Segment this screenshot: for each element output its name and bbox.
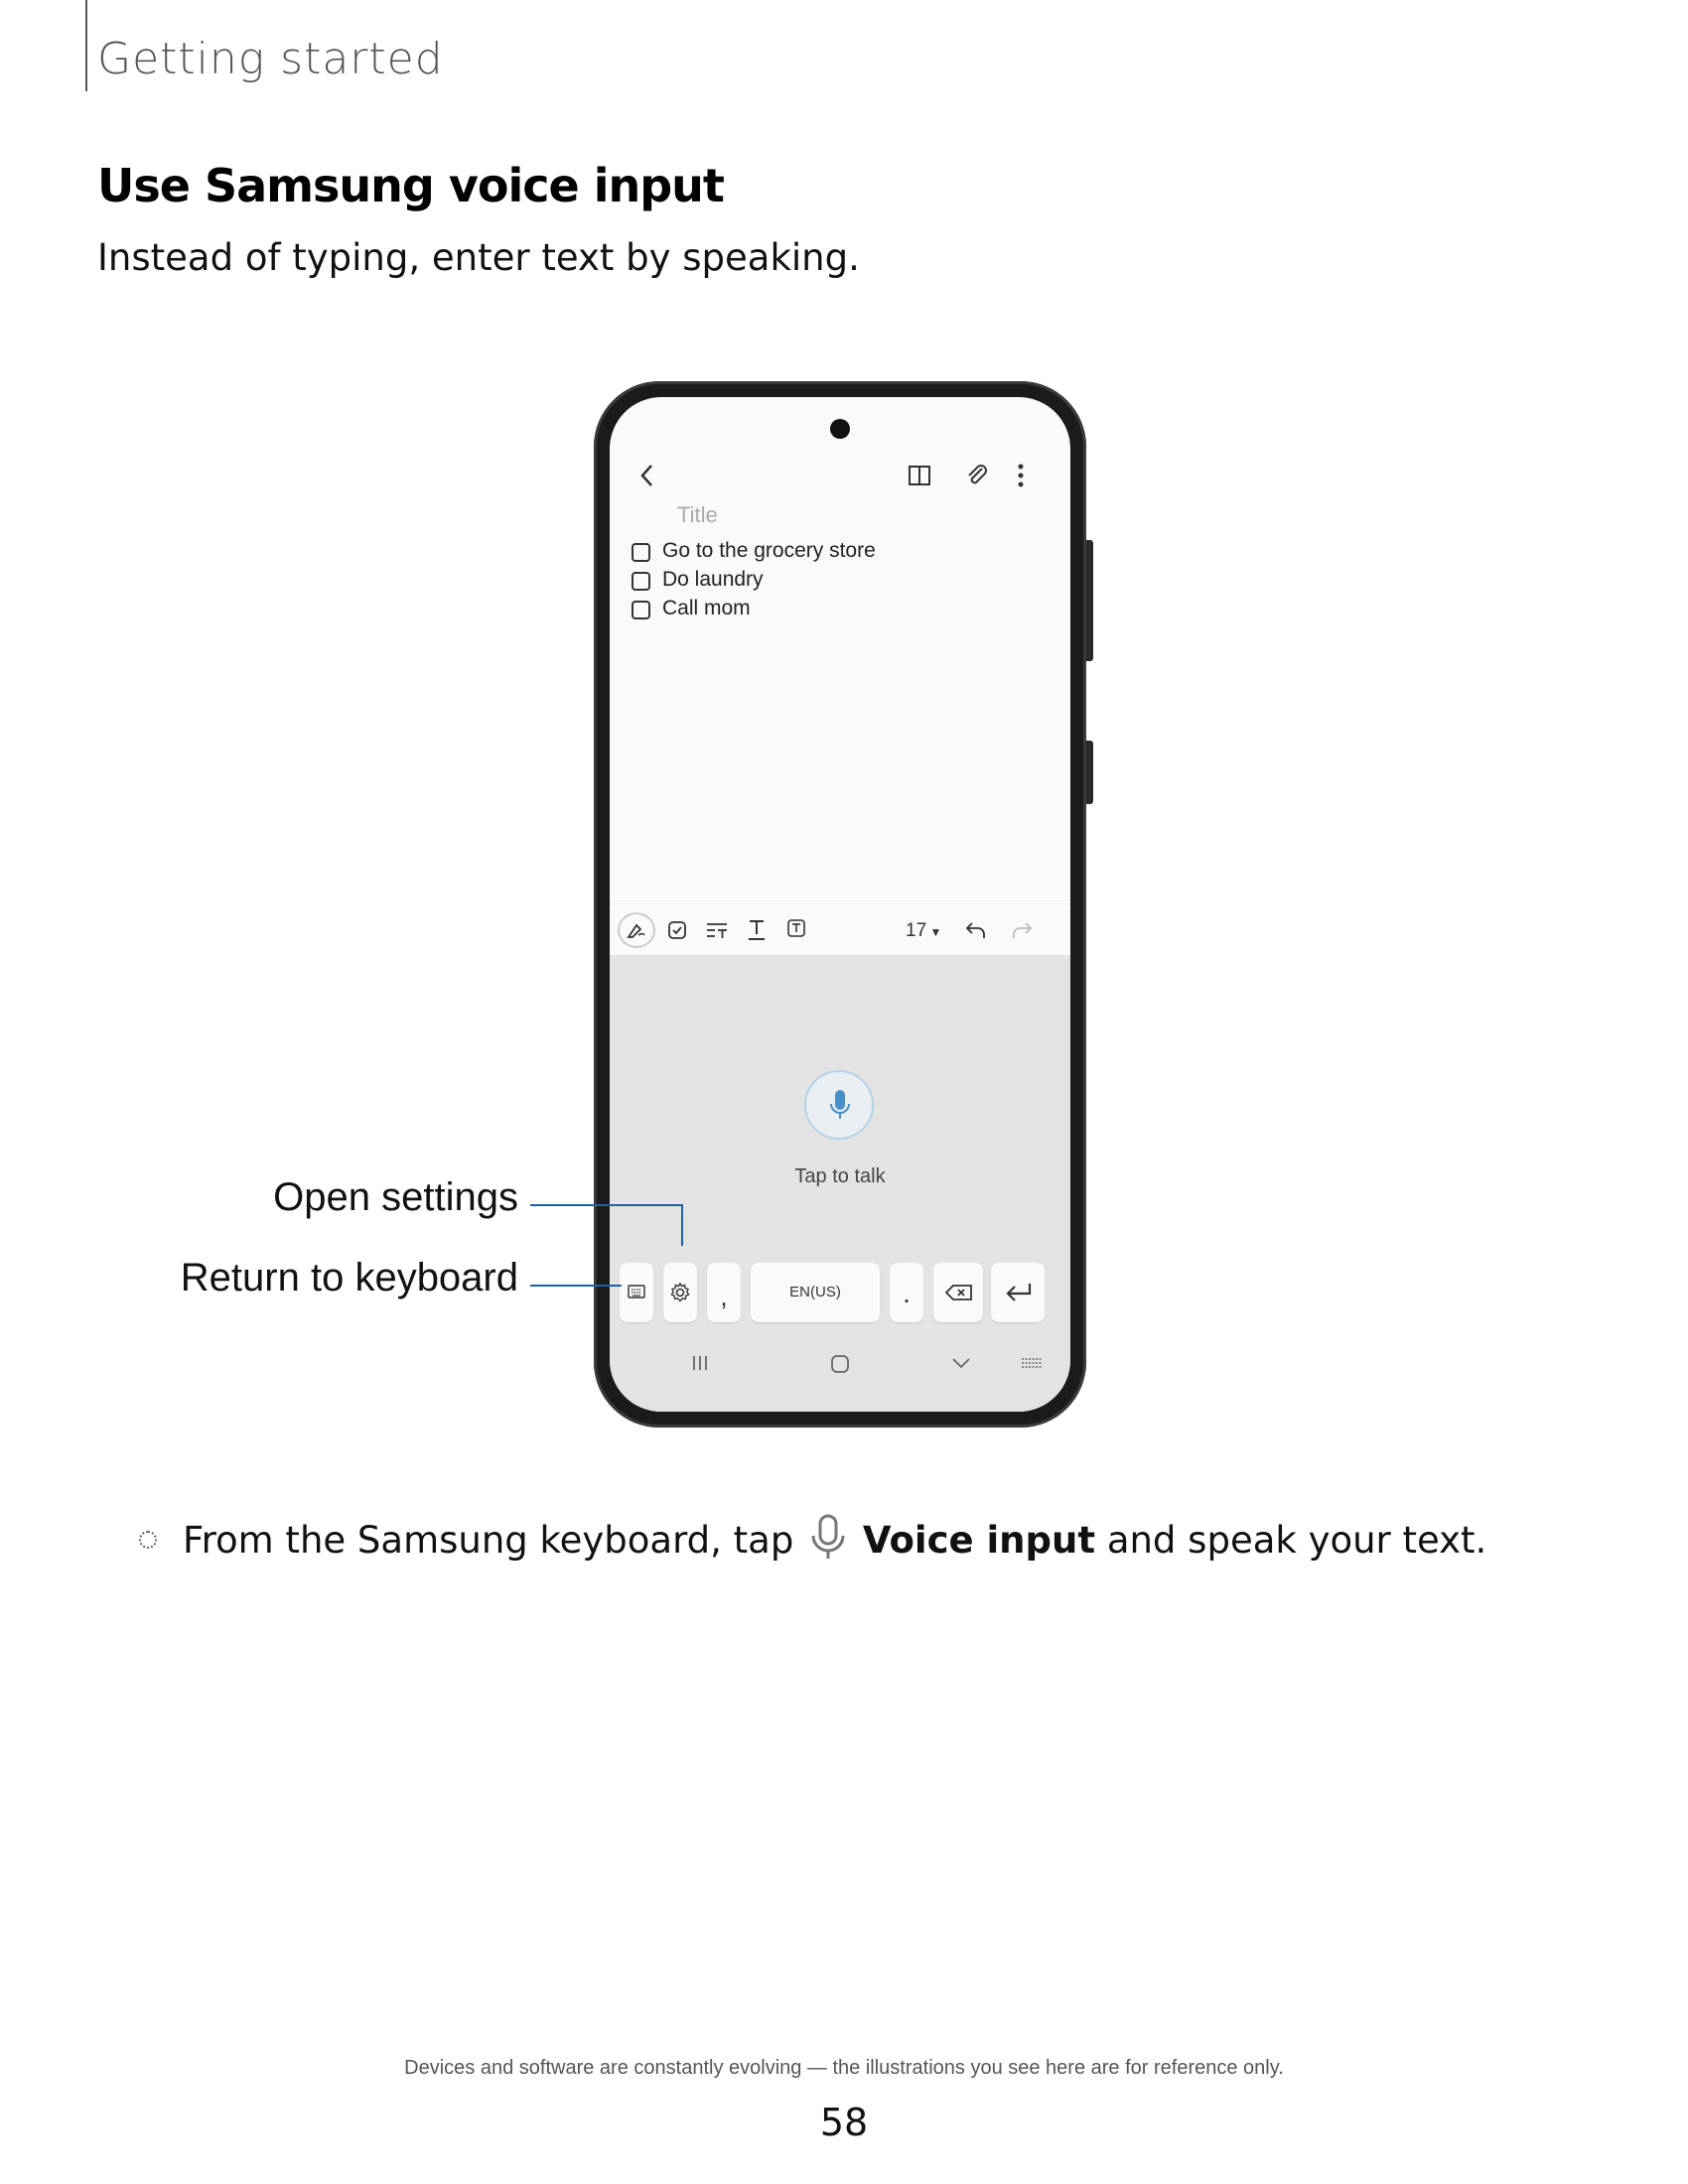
- book-icon[interactable]: [908, 465, 931, 486]
- open-settings-callout: Open settings: [273, 1175, 518, 1219]
- period-key[interactable]: .: [890, 1263, 923, 1322]
- return-to-keyboard-leader: [530, 1285, 622, 1287]
- checkbox[interactable]: [632, 601, 650, 619]
- recent-apps-icon[interactable]: [691, 1354, 709, 1372]
- checkbox[interactable]: [632, 572, 650, 591]
- keyboard-grid-icon[interactable]: [1021, 1356, 1043, 1370]
- open-settings-leader: [530, 1204, 683, 1206]
- text-format-icon[interactable]: [705, 920, 729, 940]
- volume-button: [1086, 540, 1093, 661]
- voice-input-label: Voice input: [862, 1519, 1096, 1562]
- underline-icon[interactable]: [747, 918, 767, 942]
- list-item[interactable]: Do laundry: [632, 565, 876, 594]
- more-icon[interactable]: [1017, 463, 1025, 488]
- back-icon[interactable]: [637, 463, 657, 488]
- list-item-label: Go to the grocery store: [662, 539, 876, 562]
- footer-disclaimer: Devices and software are constantly evol…: [404, 2057, 1284, 2079]
- side-button: [1086, 741, 1093, 804]
- mic-icon: [811, 1514, 845, 1559]
- format-toolbar: 17 ▼: [610, 903, 1070, 956]
- hide-keyboard-icon[interactable]: [951, 1356, 971, 1370]
- open-settings-leader-drop: [681, 1204, 683, 1246]
- page-heading: Use Samsung voice input: [97, 159, 725, 212]
- gear-icon: [670, 1282, 690, 1302]
- backspace-icon: [945, 1285, 972, 1300]
- enter-icon: [1006, 1284, 1032, 1301]
- pen-icon: [627, 923, 645, 938]
- bullet: [139, 1531, 157, 1549]
- enter-key[interactable]: [991, 1263, 1045, 1322]
- font-size-value: 17: [906, 920, 927, 941]
- list-item[interactable]: Go to the grocery store: [632, 536, 876, 565]
- language-key-label: EN(US): [789, 1284, 841, 1300]
- phone-illustration: Title Go to the grocery store Do laundry…: [594, 381, 1093, 1428]
- pen-button[interactable]: [618, 912, 655, 948]
- list-item-label: Do laundry: [662, 568, 764, 591]
- attach-icon[interactable]: [965, 463, 989, 488]
- open-settings-key[interactable]: [663, 1263, 697, 1322]
- mic-icon: [830, 1090, 850, 1119]
- intro-text: Instead of typing, enter text by speakin…: [97, 236, 860, 279]
- return-to-keyboard-key[interactable]: [620, 1263, 653, 1322]
- voice-input-panel: Tap to talk , EN(US) .: [610, 955, 1070, 1412]
- keyboard-icon: [628, 1285, 645, 1298]
- checkbox-icon[interactable]: [667, 920, 687, 940]
- home-icon[interactable]: [830, 1354, 850, 1374]
- list-item[interactable]: Call mom: [632, 594, 876, 622]
- checklist: Go to the grocery store Do laundry Call …: [632, 536, 876, 622]
- header-rule: [85, 0, 87, 91]
- step-prefix: From the Samsung keyboard, tap: [183, 1519, 794, 1562]
- step-text: From the Samsung keyboard, tap Voice inp…: [183, 1513, 1486, 1563]
- note-title-input[interactable]: Title: [677, 502, 718, 528]
- phone-screen: Title Go to the grocery store Do laundry…: [610, 397, 1070, 1412]
- tap-to-talk-button[interactable]: [804, 1070, 874, 1140]
- tap-to-talk-label: Tap to talk: [794, 1165, 886, 1187]
- font-size-selector[interactable]: 17 ▼: [906, 920, 941, 942]
- comma-key-label: ,: [720, 1282, 728, 1311]
- front-camera: [830, 419, 850, 439]
- checkbox[interactable]: [632, 543, 650, 562]
- return-to-keyboard-callout: Return to keyboard: [180, 1256, 518, 1299]
- period-key-label: .: [903, 1278, 911, 1308]
- redo-icon[interactable]: [1011, 920, 1033, 940]
- backspace-key[interactable]: [933, 1263, 983, 1322]
- list-item-label: Call mom: [662, 597, 751, 619]
- language-key[interactable]: EN(US): [751, 1263, 880, 1322]
- navigation-bar: [610, 1334, 1070, 1394]
- section-title: Getting started: [97, 34, 444, 84]
- comma-key[interactable]: ,: [707, 1263, 741, 1322]
- chevron-down-icon: ▼: [926, 925, 942, 939]
- undo-icon[interactable]: [965, 920, 987, 940]
- page-number: 58: [819, 2101, 869, 2144]
- step-suffix: and speak your text.: [1106, 1519, 1487, 1562]
- textbox-icon[interactable]: [786, 918, 806, 940]
